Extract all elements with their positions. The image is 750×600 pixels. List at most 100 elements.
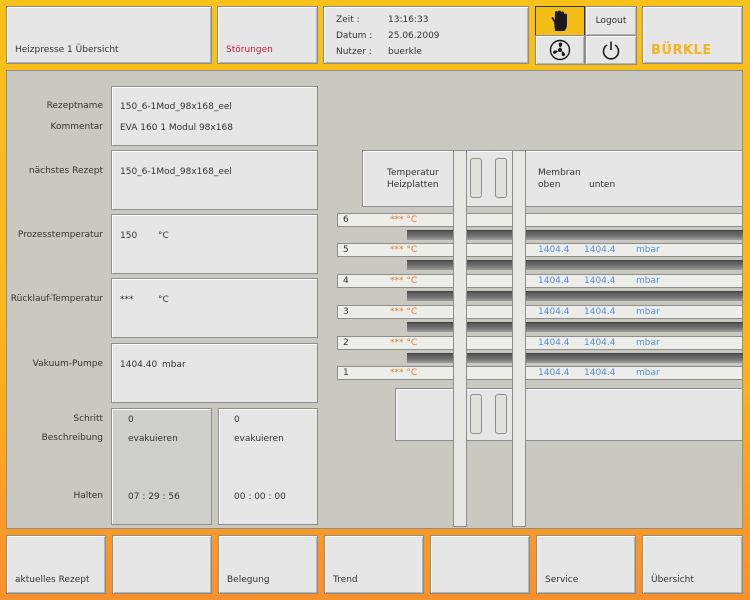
date-label: Datum : — [336, 31, 373, 41]
press-top-head: Temperatur Heizplatten Membran oben unte… — [362, 150, 743, 207]
vacuum-box: 1404.40 mbar — [111, 343, 318, 403]
faults-label: Störungen — [226, 45, 273, 55]
nav-label: aktuelles Rezept — [15, 575, 90, 585]
step-label: Schritt — [73, 414, 103, 424]
nav-overview-button[interactable]: Übersicht — [642, 535, 743, 594]
fan-icon — [549, 39, 571, 61]
plate-number: 4 — [343, 276, 349, 286]
membrane-bottom-header: unten — [589, 180, 616, 190]
plate-number: 1 — [343, 368, 349, 378]
membrane-unit: mbar — [636, 276, 660, 286]
current-hold-time: 07 : 29 : 56 — [128, 492, 180, 502]
column-guide-top-right — [495, 158, 507, 198]
membrane-bottom-value: 1404.4 — [584, 245, 616, 255]
current-step-desc: evakuieren — [128, 434, 178, 444]
press-column-right — [512, 150, 526, 527]
time-label: Zeit : — [336, 15, 360, 25]
comment-value: EVA 160 1 Modul 98x168 — [120, 123, 233, 133]
membrane-bottom-value: 1404.4 — [584, 368, 616, 378]
next-hold-time: 00 : 00 : 00 — [234, 492, 286, 502]
heating-plate-row: 2 *** °C 1404.4 1404.4 mbar — [337, 336, 743, 350]
hand-stop-icon — [551, 10, 567, 31]
process-temp-value: 150 — [120, 231, 138, 241]
temp-header-line2: Heizplatten — [387, 180, 439, 190]
description-label: Beschreibung — [41, 433, 103, 443]
current-step-box: 0 evakuieren 07 : 29 : 56 — [111, 408, 212, 525]
status-info-panel: Zeit : 13:16:33 Datum : 25.06.2009 Nutzer … — [323, 6, 529, 64]
recipe-name-value: 150_6-1Mod_98x168_eel — [120, 102, 232, 112]
plate-temperature: *** °C — [390, 245, 418, 255]
next-recipe-label: nächstes Rezept — [28, 166, 103, 176]
nav-label: Service — [545, 575, 579, 585]
return-temp-unit: °C — [158, 295, 169, 305]
membrane-unit: mbar — [636, 245, 660, 255]
temp-header-line1: Temperatur — [387, 168, 439, 178]
plate-number: 2 — [343, 338, 349, 348]
screen-title: Heizpresse 1 Übersicht — [15, 45, 119, 55]
membrane-bottom-value: 1404.4 — [584, 307, 616, 317]
heating-plate-row: 1 *** °C 1404.4 1404.4 mbar — [337, 366, 743, 380]
heating-plate-row: 3 *** °C 1404.4 1404.4 mbar — [337, 305, 743, 319]
vacuum-label: Vakuum-Pumpe — [32, 359, 103, 369]
membrane-unit: mbar — [636, 307, 660, 317]
membrane-top-value: 1404.4 — [538, 276, 570, 286]
return-temp-value: *** — [120, 295, 134, 305]
plate-temperature: *** °C — [390, 338, 418, 348]
nav-label: Trend — [333, 575, 358, 585]
plate-temperature: *** °C — [390, 307, 418, 317]
manual-mode-button[interactable] — [535, 6, 585, 36]
buerkle-logo: BÜRKLE — [651, 43, 712, 58]
nav-service-button[interactable]: Service — [536, 535, 636, 594]
heating-plate-row: 4 *** °C 1404.4 1404.4 mbar — [337, 274, 743, 288]
user-row: Nutzer : buerkle — [336, 47, 422, 57]
vacuum-value: 1404.40 — [120, 360, 158, 370]
fan-button[interactable] — [535, 35, 585, 65]
membrane-top-value: 1404.4 — [538, 245, 570, 255]
user-label: Nutzer : — [336, 47, 372, 57]
nav-empty-button[interactable] — [430, 535, 530, 594]
heating-plate-row: 6 *** °C — [337, 213, 743, 227]
recipe-box[interactable]: 150_6-1Mod_98x168_eel EVA 160 1 Modul 98… — [111, 86, 318, 146]
recipe-name-label: Rezeptname — [46, 101, 103, 111]
membrane-bottom-value: 1404.4 — [584, 338, 616, 348]
plate-temperature: *** °C — [390, 215, 418, 225]
next-step-box: 0 evakuieren 00 : 00 : 00 — [218, 408, 318, 525]
membrane-top-value: 1404.4 — [538, 368, 570, 378]
membrane-top-header: oben — [538, 180, 561, 190]
logout-label: Logout — [595, 16, 627, 26]
logout-button[interactable]: Logout — [585, 6, 637, 36]
membrane-bottom-value: 1404.4 — [584, 276, 616, 286]
comment-label: Kommentar — [50, 122, 103, 132]
process-temp-unit: °C — [158, 231, 169, 241]
faults-button[interactable]: Störungen — [217, 6, 318, 64]
time-value: 13:16:33 — [388, 15, 429, 25]
date-row: Datum : 25.06.2009 — [336, 31, 440, 41]
next-step-value: 0 — [234, 415, 240, 425]
power-button[interactable] — [585, 35, 637, 65]
next-recipe-box[interactable]: 150_6-1Mod_98x168_eel — [111, 150, 318, 210]
nav-label: Belegung — [227, 575, 270, 585]
plate-temperature: *** °C — [390, 368, 418, 378]
current-step-value: 0 — [128, 415, 134, 425]
column-guide-bottom-right — [495, 394, 507, 434]
nav-current-recipe-button[interactable]: aktuelles Rezept — [6, 535, 106, 594]
nav-empty-button[interactable] — [112, 535, 212, 594]
date-value: 25.06.2009 — [388, 31, 440, 41]
nav-label: Übersicht — [651, 575, 694, 585]
return-temp-box: *** °C — [111, 278, 318, 338]
membrane-header: Membran — [538, 168, 581, 178]
nav-trend-button[interactable]: Trend — [324, 535, 424, 594]
power-icon — [602, 41, 620, 60]
logo-tile: BÜRKLE — [642, 6, 743, 64]
press-column-left — [453, 150, 467, 527]
plate-number: 5 — [343, 245, 349, 255]
membrane-unit: mbar — [636, 368, 660, 378]
process-temp-label: Prozesstemperatur — [17, 230, 103, 240]
screen-title-tile: Heizpresse 1 Übersicht — [6, 6, 212, 64]
membrane-top-value: 1404.4 — [538, 338, 570, 348]
heating-plate-row: 5 *** °C 1404.4 1404.4 mbar — [337, 243, 743, 257]
nav-assignment-button[interactable]: Belegung — [218, 535, 318, 594]
membrane-unit: mbar — [636, 338, 660, 348]
return-temp-label: Rücklauf-Temperatur — [10, 294, 103, 304]
time-row: Zeit : 13:16:33 — [336, 15, 428, 25]
